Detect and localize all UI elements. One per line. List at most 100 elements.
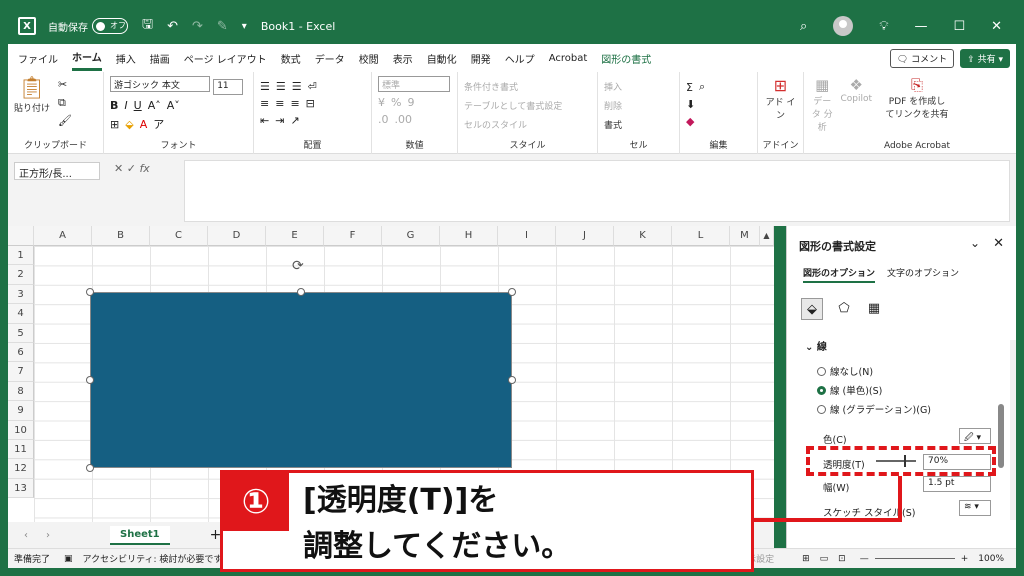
col-header[interactable]: M — [730, 226, 760, 246]
line-section-header[interactable]: ⌄ 線 — [805, 338, 827, 353]
fx-icon[interactable]: fx — [139, 162, 149, 175]
rectangle-shape[interactable] — [90, 292, 512, 468]
share-button[interactable]: ⇪ 共有 ▾ — [960, 48, 1010, 68]
number-format-select[interactable]: 標準 — [378, 76, 450, 92]
col-header[interactable]: C — [150, 226, 208, 246]
font-name-select[interactable]: 游ゴシック 本文 — [110, 76, 210, 92]
tab-automate[interactable]: 自動化 — [427, 47, 457, 70]
size-properties-icon[interactable]: ▦ — [863, 298, 885, 320]
resize-handle[interactable] — [508, 376, 516, 384]
sheet-tab-sheet1[interactable]: Sheet1 — [110, 525, 170, 545]
save-icon[interactable]: 🖫 — [142, 15, 153, 37]
row-header[interactable]: 8 — [8, 381, 34, 402]
tab-home[interactable]: ホーム — [72, 45, 102, 71]
tab-text-options[interactable]: 文字のオプション — [887, 266, 959, 279]
autosave-toggle[interactable]: オフ — [92, 18, 128, 34]
font-color-icon[interactable]: A — [140, 118, 148, 131]
copilot-button[interactable]: ❖ Copilot — [840, 76, 872, 150]
radio-no-line[interactable]: 線なし(N) — [817, 364, 873, 378]
create-pdf-button[interactable]: PDF を作成し てリンクを共有 — [884, 94, 950, 120]
cut-icon[interactable]: ✂ — [58, 76, 72, 94]
brush-icon[interactable]: ✎ — [217, 19, 228, 34]
addin-button[interactable]: アド イン — [764, 95, 797, 121]
radio-solid-line[interactable]: 線 (単色)(S) — [817, 383, 882, 397]
zoom-level[interactable]: 100% — [978, 554, 1004, 564]
redo-icon[interactable]: ↷ — [192, 19, 203, 34]
format-cells-button[interactable]: 書式 — [604, 118, 673, 131]
close-icon[interactable]: ✕ — [993, 236, 1004, 251]
decimal-inc-icon[interactable]: .0 — [378, 113, 389, 126]
sheet-nav-prev-icon[interactable]: ‹ — [24, 530, 28, 541]
fill-icon[interactable]: ⬇ — [686, 98, 695, 111]
effects-icon[interactable]: ⬠ — [833, 298, 855, 320]
col-header[interactable]: G — [382, 226, 440, 246]
sketch-style-button[interactable]: ≋ ▾ — [959, 500, 991, 516]
tab-formulas[interactable]: 数式 — [281, 47, 301, 70]
orientation-icon[interactable]: ↗ — [290, 114, 299, 127]
align-middle-icon[interactable]: ☰ — [276, 80, 286, 93]
tab-view[interactable]: 表示 — [393, 47, 413, 70]
find-icon[interactable]: ⌕ — [699, 80, 705, 94]
tab-shape-options[interactable]: 図形のオプション — [803, 266, 876, 283]
row-header[interactable]: 9 — [8, 401, 34, 421]
close-icon[interactable]: ✕ — [991, 19, 1002, 34]
conditional-format-button[interactable]: 条件付き書式 — [464, 80, 591, 93]
align-right-icon[interactable]: ≡ — [290, 97, 299, 110]
col-header[interactable]: L — [672, 226, 730, 246]
scroll-up-icon[interactable]: ▲ — [760, 226, 774, 246]
col-header[interactable]: H — [440, 226, 498, 246]
col-header[interactable]: A — [34, 226, 92, 246]
currency-icon[interactable]: ¥ — [378, 96, 385, 109]
macro-icon[interactable]: ▣ — [64, 554, 73, 564]
radio-gradient-line[interactable]: 線 (グラデーション)(G) — [817, 402, 931, 416]
data-analysis-button[interactable]: ▦ データ 分析 — [810, 76, 834, 150]
accessibility-status[interactable]: アクセシビリティ: 検討が必要です — [83, 552, 223, 565]
col-header[interactable]: K — [614, 226, 672, 246]
row-header[interactable]: 2 — [8, 265, 34, 285]
delete-cells-button[interactable]: 削除 — [604, 99, 673, 112]
resize-handle[interactable] — [86, 376, 94, 384]
pane-scroll-thumb[interactable] — [998, 404, 1004, 468]
tab-help[interactable]: ヘルプ — [505, 47, 535, 70]
pane-scrollbar[interactable] — [1010, 340, 1016, 520]
row-header[interactable]: 12 — [8, 459, 34, 479]
row-header[interactable]: 11 — [8, 440, 34, 460]
maximize-icon[interactable]: ☐ — [953, 19, 965, 34]
row-header[interactable]: 3 — [8, 284, 34, 305]
sum-icon[interactable]: Σ — [686, 81, 693, 94]
row-header[interactable]: 4 — [8, 304, 34, 324]
tab-data[interactable]: データ — [315, 47, 345, 70]
indent-dec-icon[interactable]: ⇤ — [260, 114, 269, 127]
row-header[interactable]: 7 — [8, 362, 34, 382]
page-layout-view-icon[interactable]: ▭ — [820, 554, 829, 564]
bold-icon[interactable]: B — [110, 99, 118, 112]
resize-handle[interactable] — [86, 288, 94, 296]
row-header[interactable]: 1 — [8, 246, 34, 266]
name-box[interactable]: 正方形/長... — [14, 162, 100, 180]
resize-handle[interactable] — [508, 288, 516, 296]
width-input[interactable]: 1.5 pt — [923, 476, 991, 492]
col-header[interactable]: D — [208, 226, 266, 246]
tab-shape-format[interactable]: 図形の書式 — [601, 47, 651, 70]
tab-page-layout[interactable]: ページ レイアウト — [184, 47, 267, 70]
phonetic-icon[interactable]: ア — [153, 116, 164, 132]
tab-insert[interactable]: 挿入 — [116, 47, 136, 70]
clear-icon[interactable]: ◆ — [686, 115, 694, 128]
comma-icon[interactable]: 9 — [407, 96, 414, 109]
avatar[interactable] — [833, 16, 854, 36]
page-break-view-icon[interactable]: ⊡ — [838, 554, 846, 564]
decimal-dec-icon[interactable]: .00 — [395, 113, 413, 126]
col-header[interactable]: F — [324, 226, 382, 246]
row-header[interactable]: 5 — [8, 323, 34, 343]
cell-styles-button[interactable]: セルのスタイル — [464, 118, 591, 131]
resize-handle[interactable] — [297, 288, 305, 296]
zoom-out-icon[interactable]: — — [860, 554, 869, 564]
insert-cells-button[interactable]: 挿入 — [604, 80, 673, 93]
chevron-down-icon[interactable]: ⌄ — [970, 236, 980, 250]
more-icon[interactable]: ▾ — [242, 21, 247, 32]
formula-input[interactable] — [184, 160, 1010, 222]
tab-acrobat[interactable]: Acrobat — [549, 49, 588, 68]
row-header[interactable]: 13 — [8, 478, 34, 499]
underline-icon[interactable]: U — [134, 99, 142, 112]
font-size-select[interactable]: 11 — [213, 79, 244, 95]
